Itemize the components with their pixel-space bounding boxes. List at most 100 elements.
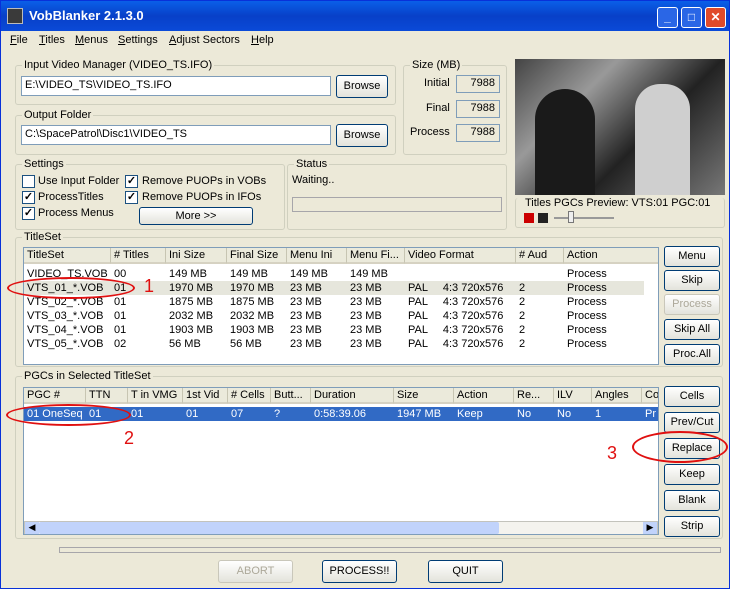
scroll-right-arrow[interactable]: ▶ bbox=[643, 522, 657, 534]
col-first-vid[interactable]: 1st Vid bbox=[183, 388, 228, 404]
col-re[interactable]: Re... bbox=[514, 388, 554, 404]
table-cell[interactable]: 23 MB bbox=[287, 281, 347, 295]
table-cell[interactable]: 56 MB bbox=[166, 337, 227, 351]
stop-icon[interactable] bbox=[538, 213, 548, 223]
table-cell[interactable]: 23 MB bbox=[347, 337, 405, 351]
col-titleset[interactable]: TitleSet bbox=[24, 248, 111, 264]
table-cell[interactable]: PAL 4:3 720x576 bbox=[405, 323, 516, 337]
output-browse-button[interactable]: Browse bbox=[336, 124, 388, 147]
menu-titles[interactable]: Titles bbox=[39, 34, 65, 46]
table-cell[interactable]: 149 MB bbox=[227, 267, 287, 281]
table-cell[interactable]: 00 bbox=[111, 267, 166, 281]
table-cell[interactable]: 1903 MB bbox=[166, 323, 227, 337]
table-cell[interactable]: Process bbox=[564, 337, 644, 351]
col-buttons[interactable]: Butt... bbox=[271, 388, 311, 404]
table-cell[interactable]: 2 bbox=[516, 281, 564, 295]
col-pgc-action[interactable]: Action bbox=[454, 388, 514, 404]
process-all-button[interactable]: PROCESS!! bbox=[322, 560, 397, 583]
table-cell[interactable]: Process bbox=[564, 281, 644, 295]
col-ttn[interactable]: TTN bbox=[86, 388, 128, 404]
menu-settings[interactable]: Settings bbox=[118, 34, 158, 46]
table-cell[interactable]: 07 bbox=[228, 407, 271, 421]
input-browse-button[interactable]: Browse bbox=[336, 75, 388, 98]
table-cell[interactable]: Process bbox=[564, 295, 644, 309]
abort-button[interactable]: ABORT bbox=[218, 560, 293, 583]
table-cell[interactable]: 23 MB bbox=[347, 281, 405, 295]
table-cell[interactable]: No bbox=[514, 407, 554, 421]
preview-slider-track[interactable] bbox=[554, 217, 614, 219]
table-cell[interactable]: 23 MB bbox=[287, 295, 347, 309]
col-pgc[interactable]: PGC # bbox=[24, 388, 86, 404]
table-cell[interactable]: Keep bbox=[454, 407, 514, 421]
col-video-format[interactable]: Video Format bbox=[405, 248, 516, 264]
table-cell[interactable] bbox=[516, 267, 564, 281]
table-cell[interactable]: 01 bbox=[111, 323, 166, 337]
menu-adjust-sectors[interactable]: Adjust Sectors bbox=[169, 34, 240, 46]
table-cell[interactable]: 1970 MB bbox=[227, 281, 287, 295]
table-cell[interactable]: 149 MB bbox=[347, 267, 405, 281]
col-angles[interactable]: Angles bbox=[592, 388, 642, 404]
table-cell[interactable]: Pr bbox=[642, 407, 658, 421]
table-cell[interactable]: VTS_04_*.VOB bbox=[24, 323, 111, 337]
table-cell[interactable] bbox=[405, 267, 516, 281]
minimize-button[interactable]: _ bbox=[657, 7, 678, 28]
table-cell[interactable]: Process bbox=[564, 309, 644, 323]
col-t-in-vmg[interactable]: T in VMG bbox=[128, 388, 183, 404]
strip-button[interactable]: Strip bbox=[664, 516, 720, 537]
table-cell[interactable]: 23 MB bbox=[287, 337, 347, 351]
keep-button[interactable]: Keep bbox=[664, 464, 720, 485]
table-cell[interactable]: 1947 MB bbox=[394, 407, 454, 421]
col-size[interactable]: Size bbox=[394, 388, 454, 404]
table-cell[interactable]: PAL 4:3 720x576 bbox=[405, 281, 516, 295]
quit-button[interactable]: QUIT bbox=[428, 560, 503, 583]
table-cell[interactable]: 1970 MB bbox=[166, 281, 227, 295]
pgcs-hscrollbar[interactable]: ◀ ▶ bbox=[24, 521, 658, 534]
table-cell[interactable]: ? bbox=[271, 407, 311, 421]
table-cell[interactable]: PAL 4:3 720x576 bbox=[405, 337, 516, 351]
table-cell[interactable]: 2 bbox=[516, 337, 564, 351]
use-input-folder-checkbox[interactable] bbox=[22, 175, 35, 188]
titleset-list[interactable]: TitleSet # Titles Ini Size Final Size Me… bbox=[23, 247, 659, 365]
col-ini-size[interactable]: Ini Size bbox=[166, 248, 227, 264]
table-cell[interactable]: 23 MB bbox=[347, 295, 405, 309]
prev-cut-button[interactable]: Prev/Cut bbox=[664, 412, 720, 433]
cells-button[interactable]: Cells bbox=[664, 386, 720, 407]
output-folder-field[interactable]: C:\SpacePatrol\Disc1\VIDEO_TS bbox=[21, 125, 331, 145]
table-cell[interactable]: 2 bbox=[516, 323, 564, 337]
table-cell[interactable]: 2 bbox=[516, 309, 564, 323]
col-menu-ini[interactable]: Menu Ini bbox=[287, 248, 347, 264]
table-cell[interactable]: 2 bbox=[516, 295, 564, 309]
process-button[interactable]: Process bbox=[664, 294, 720, 315]
process-titles-checkbox[interactable]: ✓ bbox=[22, 191, 35, 204]
col-titles[interactable]: # Titles bbox=[111, 248, 166, 264]
menu-button[interactable]: Menu bbox=[664, 246, 720, 267]
menu-file[interactable]: File bbox=[10, 34, 28, 46]
table-cell[interactable]: 23 MB bbox=[347, 309, 405, 323]
menu-menus[interactable]: Menus bbox=[75, 34, 108, 46]
skip-button[interactable]: Skip bbox=[664, 270, 720, 291]
table-cell[interactable]: PAL 4:3 720x576 bbox=[405, 309, 516, 323]
col-action[interactable]: Action bbox=[564, 248, 658, 264]
table-cell[interactable]: 01 bbox=[111, 309, 166, 323]
table-cell[interactable]: 23 MB bbox=[347, 323, 405, 337]
skip-all-button[interactable]: Skip All bbox=[664, 319, 720, 340]
table-cell[interactable]: Process bbox=[564, 267, 644, 281]
table-cell[interactable]: 1 bbox=[592, 407, 642, 421]
close-button[interactable]: ✕ bbox=[705, 7, 726, 28]
proc-all-button[interactable]: Proc.All bbox=[664, 344, 720, 365]
table-cell[interactable]: VTS_05_*.VOB bbox=[24, 337, 111, 351]
table-cell[interactable]: 01 bbox=[183, 407, 228, 421]
more-button[interactable]: More >> bbox=[139, 207, 253, 225]
table-cell[interactable]: 02 bbox=[111, 337, 166, 351]
table-cell[interactable]: 23 MB bbox=[287, 323, 347, 337]
play-icon[interactable] bbox=[524, 213, 534, 223]
maximize-button[interactable]: □ bbox=[681, 7, 702, 28]
preview-slider-thumb[interactable] bbox=[568, 211, 574, 223]
col-co[interactable]: Co bbox=[642, 388, 658, 404]
col-final-size[interactable]: Final Size bbox=[227, 248, 287, 264]
col-cells[interactable]: # Cells bbox=[228, 388, 271, 404]
table-cell[interactable]: 1875 MB bbox=[166, 295, 227, 309]
col-menu-final[interactable]: Menu Fi... bbox=[347, 248, 405, 264]
remove-puops-ifos-checkbox[interactable]: ✓ bbox=[125, 191, 138, 204]
table-cell[interactable]: 56 MB bbox=[227, 337, 287, 351]
